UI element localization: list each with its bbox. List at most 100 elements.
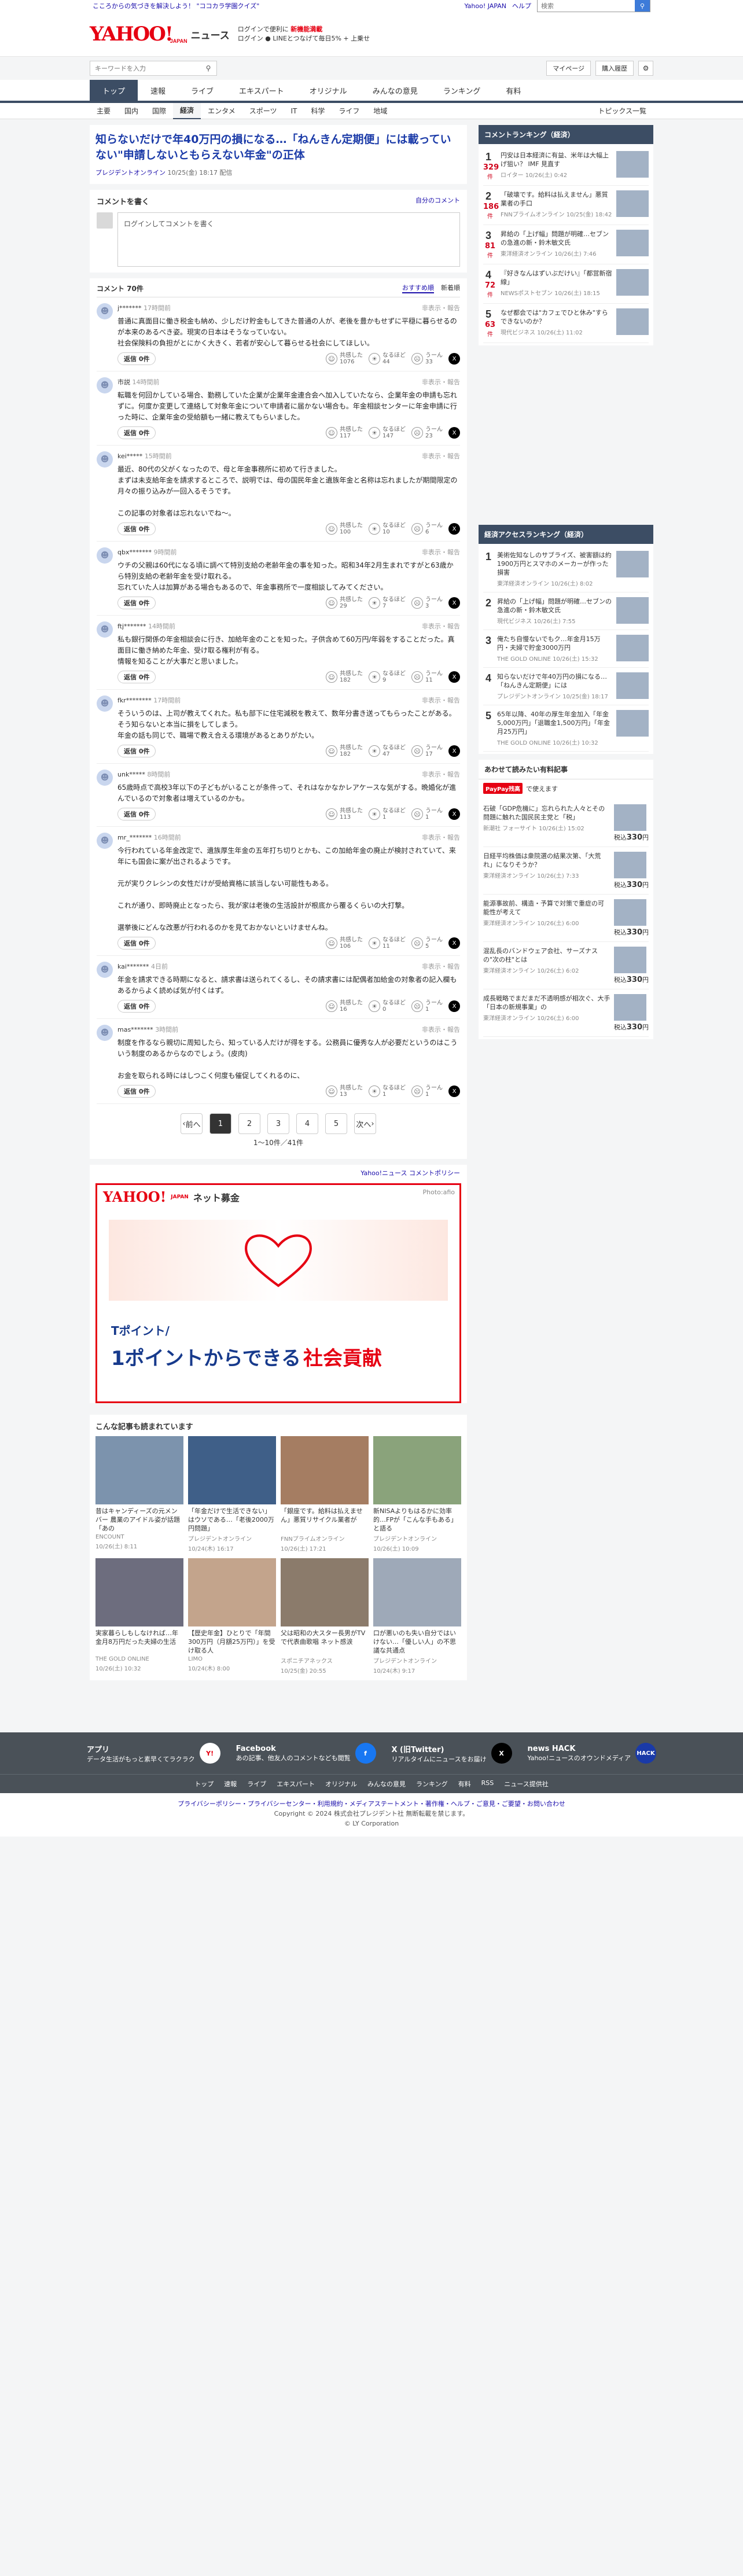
comment-policy-link[interactable]: Yahoo!ニュース コメントポリシー bbox=[90, 1165, 467, 1181]
footer-x[interactable]: X (旧Twitter) リアルタイムにニュースをお届け X bbox=[391, 1743, 512, 1764]
footer-link[interactable]: 有料 bbox=[458, 1779, 471, 1789]
gear-icon[interactable]: ⚙ bbox=[638, 61, 653, 76]
ranking-item[interactable]: 5 63 件 なぜ都会では"カフェでひと休み"すらできないのか？ 現代ビジネス 10/2… bbox=[483, 304, 649, 343]
vote-hmm-button[interactable]: ☹ うーん 1 bbox=[411, 1000, 443, 1013]
vote-empathy-button[interactable]: ☺ 共感した 1076 bbox=[326, 352, 363, 365]
purchase-history-button[interactable]: 購入履歴 bbox=[595, 61, 634, 76]
cat-international[interactable]: 国際 bbox=[145, 103, 173, 119]
comment-user[interactable]: 市説 bbox=[117, 378, 130, 386]
comment-user[interactable]: ftj******* bbox=[117, 623, 146, 630]
recommended-item[interactable]: 口が悪いのも失い自分ではいけない…「優しい人」の不思議な共通点 プレジデントオンラ… bbox=[373, 1558, 461, 1675]
comment-user[interactable]: kei***** bbox=[117, 452, 142, 460]
x-share-icon[interactable]: X bbox=[448, 353, 460, 365]
vote-hmm-button[interactable]: ☹ うーん 33 bbox=[411, 352, 443, 365]
vote-insight-button[interactable]: ☀ なるほど 44 bbox=[369, 352, 406, 365]
recommended-item[interactable]: 父は昭和の大スター長男がTVで代表曲歌唱 ネット感涙 スポニチアネックス 10/25… bbox=[281, 1558, 369, 1675]
donation-ad[interactable]: YAHOO! JAPAN ネット募金 Photo:afio Tポイント/ 1ポイ… bbox=[95, 1183, 461, 1403]
reply-button[interactable]: 返信 0件 bbox=[117, 426, 156, 439]
x-share-icon[interactable]: X bbox=[448, 671, 460, 683]
sort-recommend-tab[interactable]: おすすめ順 bbox=[402, 283, 434, 293]
promo-link[interactable]: こころからの気づきを解決しよう！ "ココカラ学園クイズ" bbox=[93, 1, 259, 10]
nav-breaking[interactable]: 速報 bbox=[138, 80, 178, 101]
cat-life[interactable]: ライフ bbox=[332, 103, 366, 119]
page-4[interactable]: 4 bbox=[296, 1113, 318, 1134]
footer-link[interactable]: RSS bbox=[481, 1779, 494, 1789]
reply-button[interactable]: 返信 0件 bbox=[117, 745, 156, 757]
ranking-item[interactable]: 4 72 件 『好きなんはずいぶだけい』「都営新宿線」 NEWSポストセブン 10/26… bbox=[483, 264, 649, 304]
vote-hmm-button[interactable]: ☹ うーん 3 bbox=[411, 597, 443, 609]
report-link[interactable]: 非表示・報告 bbox=[422, 621, 460, 631]
reply-button[interactable]: 返信 0件 bbox=[117, 808, 156, 820]
vote-insight-button[interactable]: ☀ なるほど 10 bbox=[369, 522, 406, 535]
vote-insight-button[interactable]: ☀ なるほど 147 bbox=[369, 426, 406, 439]
prev-page-button[interactable]: ‹ 前へ bbox=[181, 1113, 203, 1134]
recommended-item[interactable]: 実家暮らしもしなければ…年金月8万円だった夫婦の生活 THE GOLD ONLIN… bbox=[95, 1558, 183, 1675]
vote-empathy-button[interactable]: ☺ 共感した 100 bbox=[326, 522, 363, 535]
x-share-icon[interactable]: X bbox=[448, 1085, 460, 1097]
reply-button[interactable]: 返信 0件 bbox=[117, 1085, 156, 1098]
topics-list-link[interactable]: トピックス一覧 bbox=[591, 103, 653, 119]
my-comments-link[interactable]: 自分のコメント bbox=[415, 196, 460, 207]
vote-empathy-button[interactable]: ☺ 共感した 113 bbox=[326, 808, 363, 820]
nav-ranking[interactable]: ランキング bbox=[431, 80, 494, 101]
footer-link[interactable]: みんなの意見 bbox=[367, 1779, 406, 1789]
report-link[interactable]: 非表示・報告 bbox=[422, 451, 460, 461]
legal-links[interactable]: プライバシーポリシー・プライバシーセンター・利用規約・メディアステートメント・著… bbox=[0, 1799, 743, 1809]
access-ranking-item[interactable]: 1 美術佐知なしのサブライズ、被害額は約1900万円とスマホのメーカーが作った損害… bbox=[483, 546, 649, 593]
comment-textarea[interactable]: ログインしてコメントを書く bbox=[117, 212, 460, 267]
access-ranking-item[interactable]: 4 知らないだけで年40万円の損になる…「ねんきん定期便」には プレジデントオンライ… bbox=[483, 668, 649, 705]
search-icon[interactable]: ⚲ bbox=[635, 0, 650, 12]
vote-empathy-button[interactable]: ☺ 共感した 182 bbox=[326, 671, 363, 683]
ranking-item[interactable]: 2 186 件 「破壊です。給料は払えません」悪質業者の手口 FNNプライムオンライン … bbox=[483, 186, 649, 225]
reply-button[interactable]: 返信 0件 bbox=[117, 671, 156, 683]
recommended-item[interactable]: 「銀座です。給料は払えません」悪質リサイクル業者が FNNプライムオンライン 10/… bbox=[281, 1436, 369, 1552]
paid-item[interactable]: 能源事故前、構造・予算で対策で重症の可能性が考えて 東洋経済オンライン 10/26… bbox=[483, 895, 649, 942]
mypage-button[interactable]: マイページ bbox=[546, 61, 591, 76]
report-link[interactable]: 非表示・報告 bbox=[422, 833, 460, 842]
cat-it[interactable]: IT bbox=[284, 103, 304, 119]
yahoo-news-logo[interactable]: YAHOO! JAPAN ニュース bbox=[90, 24, 230, 44]
sort-new-tab[interactable]: 新着順 bbox=[441, 283, 460, 293]
nav-paid[interactable]: 有料 bbox=[493, 80, 534, 101]
vote-hmm-button[interactable]: ☹ うーん 1 bbox=[411, 808, 443, 820]
footer-link[interactable]: ランキング bbox=[416, 1779, 448, 1789]
nav-opinions[interactable]: みんなの意見 bbox=[360, 80, 431, 101]
nav-top[interactable]: トップ bbox=[90, 80, 138, 101]
search-icon[interactable]: ⚲ bbox=[200, 61, 216, 75]
vote-empathy-button[interactable]: ☺ 共感した 182 bbox=[326, 745, 363, 757]
report-link[interactable]: 非表示・報告 bbox=[422, 547, 460, 557]
vote-insight-button[interactable]: ☀ なるほど 7 bbox=[369, 597, 406, 609]
cat-sports[interactable]: スポーツ bbox=[242, 103, 284, 119]
reply-button[interactable]: 返信 0件 bbox=[117, 352, 156, 365]
footer-facebook[interactable]: Facebook あの記事、他友人のコメントなども閲覧 f bbox=[236, 1743, 376, 1764]
vote-empathy-button[interactable]: ☺ 共感した 29 bbox=[326, 597, 363, 609]
recommended-item[interactable]: 【歴史年金】ひとりで「年間300万円（月額25万円）」を受け取る人 LIMO 10/… bbox=[188, 1558, 276, 1675]
x-share-icon[interactable]: X bbox=[448, 597, 460, 609]
vote-empathy-button[interactable]: ☺ 共感した 16 bbox=[326, 1000, 363, 1013]
vote-insight-button[interactable]: ☀ なるほど 1 bbox=[369, 1085, 406, 1098]
reply-button[interactable]: 返信 0件 bbox=[117, 522, 156, 535]
report-link[interactable]: 非表示・報告 bbox=[422, 695, 460, 705]
page-2[interactable]: 2 bbox=[238, 1113, 260, 1134]
report-link[interactable]: 非表示・報告 bbox=[422, 962, 460, 971]
ranking-item[interactable]: 1 329 件 円安は日本経済に有益、米年は大幅上げ狙い？ IMF 見直す ロイター 1… bbox=[483, 146, 649, 186]
report-link[interactable]: 非表示・報告 bbox=[422, 1025, 460, 1034]
comment-user[interactable]: fkr******** bbox=[117, 697, 152, 704]
vote-hmm-button[interactable]: ☹ うーん 11 bbox=[411, 671, 443, 683]
cat-entertainment[interactable]: エンタメ bbox=[201, 103, 242, 119]
comment-user[interactable]: j******* bbox=[117, 304, 142, 312]
nav-original[interactable]: オリジナル bbox=[297, 80, 360, 101]
top-search-input[interactable] bbox=[538, 0, 635, 12]
vote-insight-button[interactable]: ☀ なるほど 9 bbox=[369, 671, 406, 683]
vote-hmm-button[interactable]: ☹ うーん 1 bbox=[411, 1085, 443, 1098]
vote-insight-button[interactable]: ☀ なるほど 11 bbox=[369, 937, 406, 950]
x-share-icon[interactable]: X bbox=[448, 745, 460, 757]
recommended-item[interactable]: 昔はキャンディーズの元メンバー 農業のアイドル姿が話題「あの ENCOUNT 10/… bbox=[95, 1436, 183, 1552]
comment-user[interactable]: qbx******* bbox=[117, 549, 152, 556]
cat-main[interactable]: 主要 bbox=[90, 103, 117, 119]
reply-button[interactable]: 返信 0件 bbox=[117, 1000, 156, 1013]
vote-empathy-button[interactable]: ☺ 共感した 13 bbox=[326, 1085, 363, 1098]
footer-link[interactable]: オリジナル bbox=[325, 1779, 357, 1789]
report-link[interactable]: 非表示・報告 bbox=[422, 303, 460, 312]
article-source[interactable]: プレジデントオンライン bbox=[95, 169, 165, 176]
